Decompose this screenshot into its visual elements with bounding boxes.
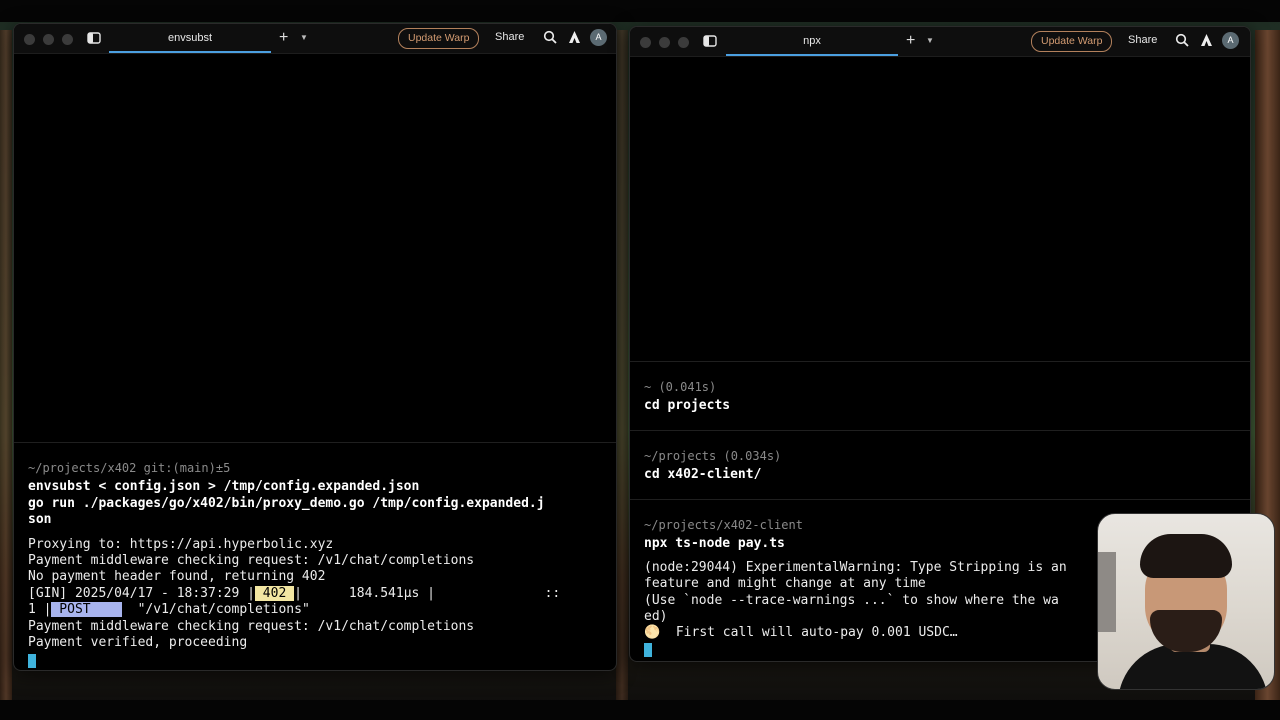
window-controls bbox=[24, 34, 73, 45]
gin-prefix: [GIN] 2025/04/17 - 18:37:29 | bbox=[28, 585, 255, 601]
update-warp-button[interactable]: Update Warp bbox=[398, 28, 480, 49]
gin-prefix: 1 | bbox=[28, 602, 52, 618]
prompt-line: ~/projects/x402 git:(main)±5 bbox=[28, 461, 231, 475]
terminal-output[interactable]: ~/projects/x402 git:(main)±5 envsubst < … bbox=[28, 460, 606, 670]
output-line: Payment middleware checking request: /v1… bbox=[28, 552, 475, 568]
chevron-down-icon[interactable]: ▼ bbox=[926, 34, 934, 48]
output-line: Payment middleware checking request: /v1… bbox=[28, 618, 475, 634]
bottom-bar bbox=[0, 700, 1280, 720]
window-controls bbox=[640, 37, 689, 48]
top-bar bbox=[0, 0, 1280, 22]
block-divider bbox=[630, 499, 1250, 500]
text-cursor bbox=[28, 653, 36, 668]
gin-latency: | 184.541µs | :: bbox=[294, 585, 561, 601]
prompt-line: ~/projects (0.034s) bbox=[644, 449, 782, 463]
active-tab-indicator bbox=[109, 51, 271, 53]
person-hair bbox=[1140, 534, 1232, 578]
gin-log-line: [GIN] 2025/04/17 - 18:37:29 | 402 | 184.… bbox=[28, 585, 606, 602]
webcam-overlay bbox=[1097, 513, 1275, 690]
title-bar: envsubst + ▼ Update Warp Share A bbox=[14, 24, 616, 54]
command-block[interactable]: ~ (0.041s) cd projects bbox=[644, 379, 1240, 415]
http-method-badge: POST bbox=[51, 602, 122, 618]
close-button[interactable] bbox=[24, 34, 35, 45]
search-icon[interactable] bbox=[1175, 33, 1189, 47]
zoom-button[interactable] bbox=[678, 37, 689, 48]
block-divider bbox=[630, 361, 1250, 362]
command-line: cd projects bbox=[644, 398, 731, 414]
background-shelf bbox=[1098, 552, 1116, 632]
search-icon[interactable] bbox=[543, 30, 557, 44]
tree-trunk bbox=[616, 30, 628, 700]
active-tab-indicator bbox=[726, 54, 898, 56]
update-warp-button[interactable]: Update Warp bbox=[1031, 31, 1113, 52]
tab-envsubst[interactable]: envsubst bbox=[109, 24, 271, 53]
minimize-button[interactable] bbox=[659, 37, 670, 48]
share-button[interactable]: Share bbox=[1128, 31, 1157, 50]
zoom-button[interactable] bbox=[62, 34, 73, 45]
tab-label: envsubst bbox=[167, 32, 213, 44]
tabs-panel-icon[interactable] bbox=[703, 34, 717, 48]
command-line: son bbox=[28, 512, 52, 528]
ai-assistant-icon[interactable] bbox=[1200, 33, 1213, 47]
avatar[interactable]: A bbox=[1222, 32, 1239, 49]
new-tab-plus-icon[interactable]: + bbox=[279, 28, 288, 48]
new-tab-plus-icon[interactable]: + bbox=[906, 31, 915, 51]
command-block[interactable]: ~/projects (0.034s) cd x402-client/ bbox=[644, 448, 1240, 484]
command-line: envsubst < config.json > /tmp/config.exp… bbox=[28, 479, 420, 495]
text-cursor bbox=[644, 643, 652, 658]
chevron-down-icon[interactable]: ▼ bbox=[300, 31, 308, 45]
block-divider bbox=[630, 430, 1250, 431]
left-terminal-window: envsubst + ▼ Update Warp Share A ~/proje… bbox=[13, 23, 617, 671]
output-line: Payment verified, proceeding bbox=[28, 634, 248, 650]
share-button[interactable]: Share bbox=[495, 28, 524, 47]
tab-label: npx bbox=[803, 35, 821, 47]
command-line: cd x402-client/ bbox=[644, 467, 762, 483]
status-code-badge: 402 bbox=[254, 585, 295, 601]
block-divider bbox=[14, 442, 616, 443]
title-bar: npx + ▼ Update Warp Share A bbox=[630, 27, 1250, 57]
gin-path: "/v1/chat/completions" bbox=[121, 602, 310, 618]
output-line: Proxying to: https://api.hyperbolic.xyz bbox=[28, 536, 334, 552]
minimize-button[interactable] bbox=[43, 34, 54, 45]
output-line: No payment header found, returning 402 bbox=[28, 569, 326, 585]
cursor-line bbox=[28, 653, 606, 669]
gin-log-line: 1 | POST "/v1/chat/completions" bbox=[28, 602, 606, 618]
prompt-line: ~ (0.041s) bbox=[644, 380, 717, 394]
avatar[interactable]: A bbox=[590, 29, 607, 46]
close-button[interactable] bbox=[640, 37, 651, 48]
command-line: go run ./packages/go/x402/bin/proxy_demo… bbox=[28, 495, 545, 511]
ai-assistant-icon[interactable] bbox=[568, 30, 581, 44]
tab-npx[interactable]: npx bbox=[726, 27, 898, 56]
tree-trunk bbox=[0, 30, 12, 700]
tabs-panel-icon[interactable] bbox=[87, 31, 101, 45]
